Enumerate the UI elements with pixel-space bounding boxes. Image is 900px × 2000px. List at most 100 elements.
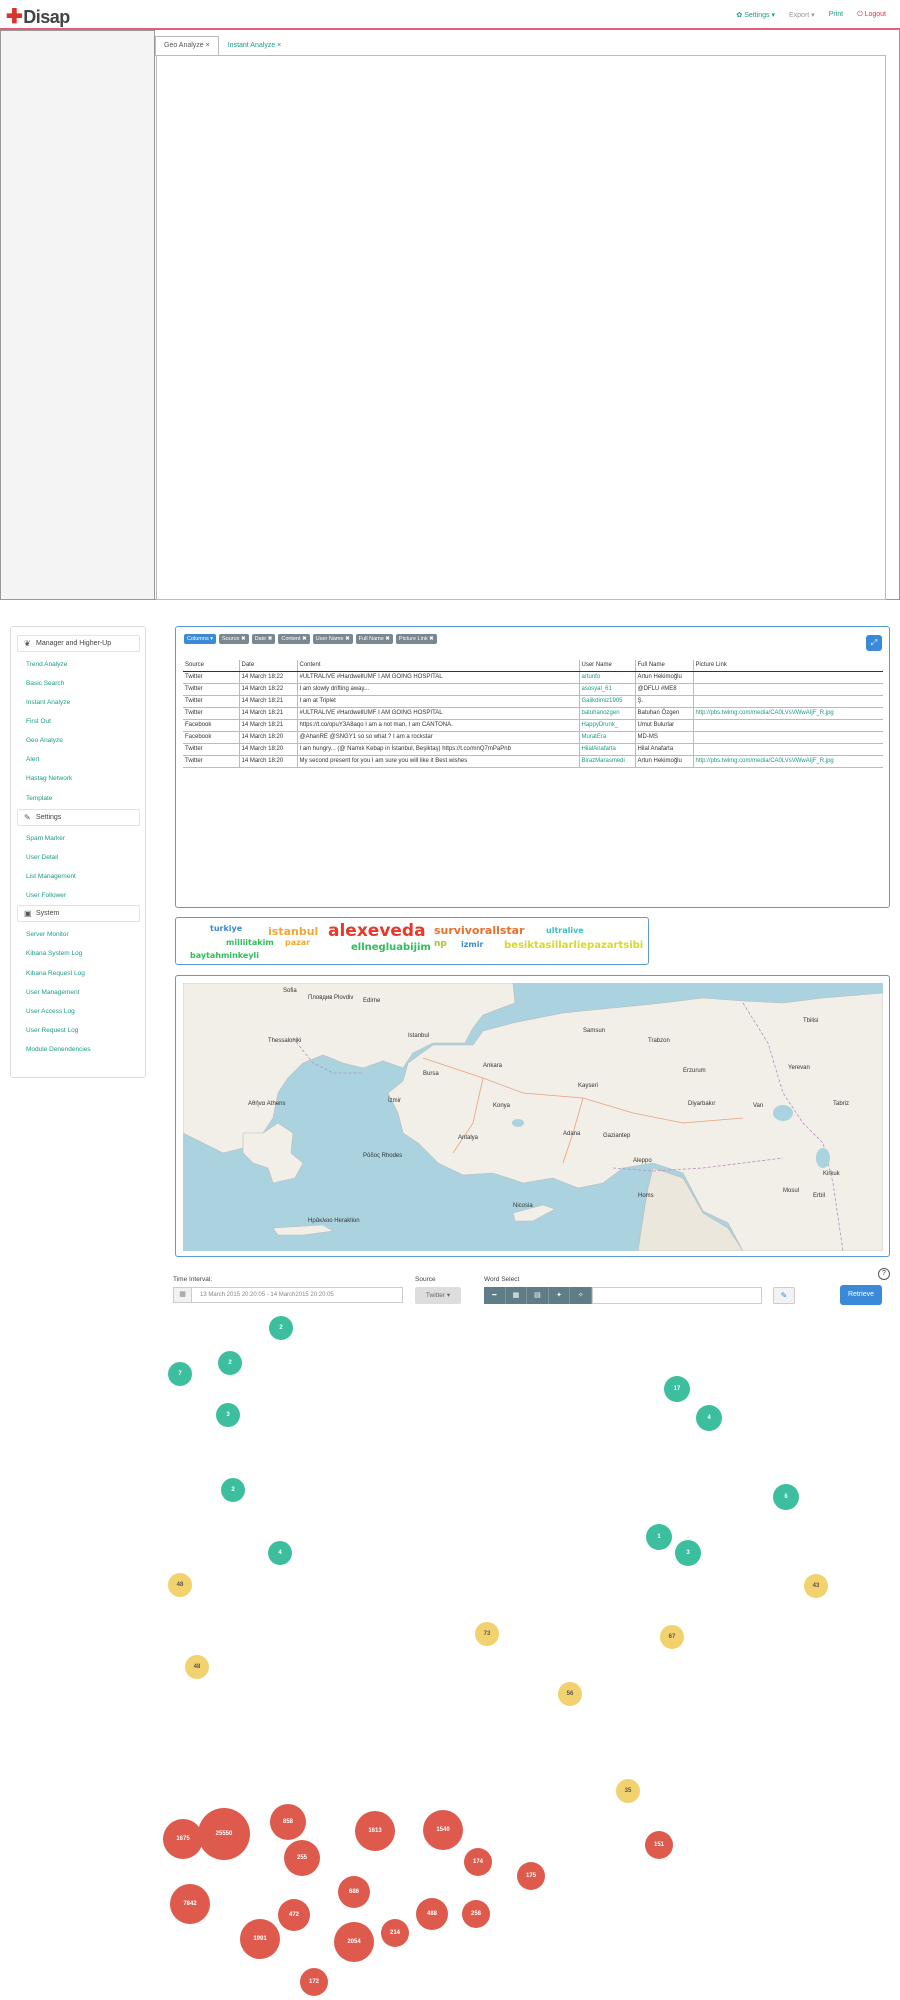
sidebar-item-list-management[interactable]: List Management xyxy=(26,873,76,880)
minus-icon[interactable]: ━ xyxy=(484,1287,506,1304)
edit-icon[interactable]: ✎ xyxy=(773,1287,795,1304)
word-cloud-term[interactable]: survivorallstar xyxy=(434,924,525,937)
sidebar-item-user-management[interactable]: User Management xyxy=(26,989,79,996)
picture-link-cell[interactable]: http://pbs.twimg.com/media/CA0LVsVWwAIjF… xyxy=(692,707,883,720)
sidebar-item-hastag-network[interactable]: Hastag Network xyxy=(26,775,72,782)
user-name-cell[interactable]: HappyDrunk_ xyxy=(578,719,635,732)
cluster-bubble-green[interactable]: 3 xyxy=(216,1403,240,1427)
cluster-bubble-yellow[interactable]: 73 xyxy=(475,1622,499,1646)
cluster-bubble-yellow[interactable]: 48 xyxy=(185,1655,209,1679)
column-tag-user-name[interactable]: User Name ✖ xyxy=(312,634,353,644)
cluster-bubble-red[interactable]: 7842 xyxy=(170,1884,210,1924)
cluster-bubble-red[interactable]: 214 xyxy=(381,1919,409,1947)
cluster-bubble-red[interactable]: 172 xyxy=(300,1968,328,1996)
cluster-bubble-red[interactable]: 25550 xyxy=(198,1808,250,1860)
column-header[interactable]: Date xyxy=(238,660,297,672)
column-tag-picture-link[interactable]: Picture Link ✖ xyxy=(395,634,437,644)
word-cloud-term[interactable]: turkiye xyxy=(210,924,242,933)
cluster-bubble-green[interactable]: 2 xyxy=(221,1478,245,1502)
user-name-cell[interactable]: asosyal_61 xyxy=(578,683,635,696)
picture-link-cell[interactable] xyxy=(692,683,883,696)
cluster-bubble-yellow[interactable]: 48 xyxy=(168,1573,192,1597)
word-cloud-term[interactable]: baytahminkeyli xyxy=(190,951,259,960)
filter-icon[interactable]: ▤ xyxy=(527,1287,549,1304)
cluster-bubble-red[interactable]: 2054 xyxy=(334,1922,374,1962)
word-cloud-term[interactable]: alexeveda xyxy=(328,921,426,941)
cluster-bubble-red[interactable]: 174 xyxy=(464,1848,492,1876)
help-icon[interactable]: ? xyxy=(878,1268,890,1280)
word-cloud-term[interactable]: np xyxy=(434,939,447,949)
user-name-cell[interactable]: batuhanozgen xyxy=(578,707,635,720)
word-cloud-term[interactable]: pazar xyxy=(285,938,310,947)
table-row[interactable]: Twitter 14 March 18:21 #ULTRALIVE #Hardwel… xyxy=(183,707,883,720)
cluster-bubble-red[interactable]: 1991 xyxy=(240,1919,280,1959)
sidebar-item-module-denendencies[interactable]: Module Denendencies xyxy=(26,1046,91,1053)
calendar-icon[interactable]: ▦ xyxy=(174,1288,192,1302)
sidebar-item-user-follower[interactable]: User Follower xyxy=(26,892,66,899)
cluster-bubble-red[interactable]: 858 xyxy=(270,1804,306,1840)
cluster-bubble-green[interactable]: 2 xyxy=(218,1351,242,1375)
sidebar-item-geo-analyze[interactable]: Geo Analyze xyxy=(26,737,63,744)
table-row[interactable]: Twitter 14 March 18:20 I am hungry... (@ N… xyxy=(183,743,883,756)
table-row[interactable]: Facebook 14 March 18:20 @AhanRE @SNGY1 so … xyxy=(183,731,883,744)
cluster-bubble-green[interactable]: 6 xyxy=(773,1484,799,1510)
sidebar-item-template[interactable]: Template xyxy=(26,795,52,802)
cluster-bubble-red[interactable]: 472 xyxy=(278,1899,310,1931)
cluster-bubble-red[interactable]: 686 xyxy=(338,1876,370,1908)
word-select-input[interactable] xyxy=(592,1287,762,1304)
cluster-bubble-red[interactable]: 175 xyxy=(517,1862,545,1890)
cluster-bubble-red[interactable]: 255 xyxy=(284,1840,320,1876)
column-tag-full-name[interactable]: Full Name ✖ xyxy=(355,634,393,644)
cluster-bubble-yellow[interactable]: 56 xyxy=(558,1682,582,1706)
sidebar-item-kibana-request-log[interactable]: Kibana Request Log xyxy=(26,970,85,977)
user-name-cell[interactable]: HilalAnafarta xyxy=(578,743,635,756)
cluster-bubble-green[interactable]: 17 xyxy=(664,1376,690,1402)
cluster-bubble-red[interactable]: 488 xyxy=(416,1898,448,1930)
picture-link-cell[interactable] xyxy=(692,695,883,708)
cluster-bubble-red[interactable]: 258 xyxy=(462,1900,490,1928)
picture-link-cell[interactable] xyxy=(692,719,883,732)
sidebar-item-basic-search[interactable]: Basic Search xyxy=(26,680,64,687)
geo-map[interactable]: Sofia Пловдив Plovdiv Edirne Istanbul Bursa İ… xyxy=(183,983,883,1251)
cluster-bubble-green[interactable]: 4 xyxy=(696,1405,722,1431)
table-row[interactable]: Twitter 14 March 18:21 I am at Triplet Gali… xyxy=(183,695,883,708)
grid-icon[interactable]: ▦ xyxy=(506,1287,528,1304)
sidebar-item-first-out[interactable]: First Out xyxy=(26,718,51,725)
column-header[interactable]: Source xyxy=(183,660,239,672)
cluster-bubble-green[interactable]: 2 xyxy=(269,1316,293,1340)
cluster-bubble-green[interactable]: 1 xyxy=(646,1524,672,1550)
tab-instant-analyze[interactable]: Instant Analyze × xyxy=(218,36,291,56)
word-cloud-term[interactable]: milliitakim xyxy=(226,938,274,947)
table-row[interactable]: Twitter 14 March 18:22 I am slowly driftin… xyxy=(183,683,883,696)
cluster-bubble-red[interactable]: 151 xyxy=(645,1831,673,1859)
picture-link-cell[interactable] xyxy=(692,743,883,756)
user-name-cell[interactable]: BirazMarasmedi xyxy=(578,755,635,768)
word-cloud-term[interactable]: istanbul xyxy=(268,925,318,938)
table-row[interactable]: Facebook 14 March 18:21 https://t.co/opuY3… xyxy=(183,719,883,732)
export-menu[interactable]: Export ▾ xyxy=(789,11,815,19)
table-row[interactable]: Twitter 14 March 18:22 #ULTRALIVE #Hardwel… xyxy=(183,671,883,684)
print-link[interactable]: Print xyxy=(829,11,843,19)
sidebar-item-kibana-system-log[interactable]: Kibana System Log xyxy=(26,950,82,957)
sidebar-item-spam-marker[interactable]: Spam Marker xyxy=(26,835,65,842)
retrieve-button[interactable]: Retrieve xyxy=(840,1285,882,1305)
cluster-bubble-green[interactable]: 4 xyxy=(268,1541,292,1565)
tab-geo-analyze[interactable]: Geo Analyze × xyxy=(155,36,219,56)
cluster-bubble-green[interactable]: 7 xyxy=(168,1362,192,1386)
column-tag-date[interactable]: Date ✖ xyxy=(251,634,276,644)
user-name-cell[interactable]: artunfo xyxy=(578,671,635,684)
column-header[interactable]: Picture Link xyxy=(692,660,883,672)
picture-link-cell[interactable] xyxy=(692,731,883,744)
word-cloud-term[interactable]: besiktasillarliepazartsibi xyxy=(504,940,643,951)
cluster-bubble-yellow[interactable]: 35 xyxy=(616,1779,640,1803)
column-header[interactable]: User Name xyxy=(578,660,635,672)
columns-dropdown[interactable]: Columns ▾ xyxy=(184,634,216,644)
cluster-bubble-red[interactable]: 1675 xyxy=(163,1819,203,1859)
app-logo[interactable]: ✚Disap xyxy=(6,4,70,29)
cluster-bubble-red[interactable]: 1613 xyxy=(355,1811,395,1851)
column-tag-source[interactable]: Source ✖ xyxy=(219,634,249,644)
sidebar-item-server-monitor[interactable]: Server Monitor xyxy=(26,931,69,938)
expand-icon[interactable]: ⤢ xyxy=(866,635,882,651)
word-cloud-term[interactable]: ultralive xyxy=(546,926,584,935)
column-header[interactable]: Content xyxy=(296,660,579,672)
